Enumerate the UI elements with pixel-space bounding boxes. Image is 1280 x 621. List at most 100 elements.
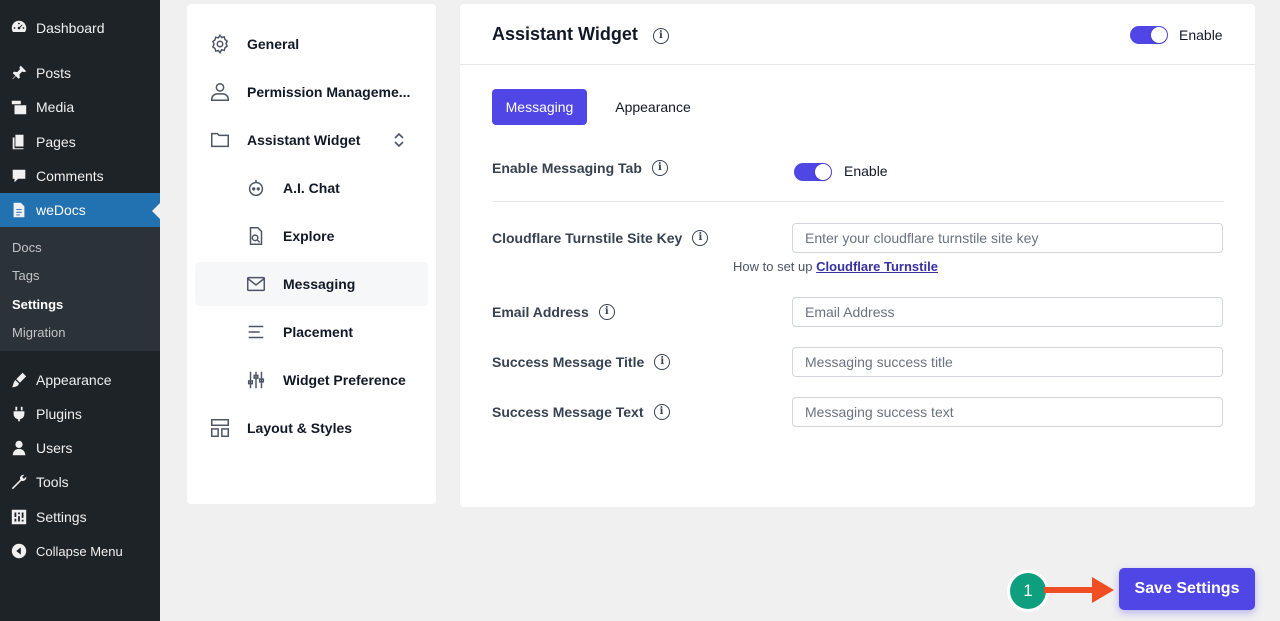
bot-icon xyxy=(245,177,267,199)
sliders-icon xyxy=(245,369,267,391)
save-settings-button[interactable]: Save Settings xyxy=(1119,568,1255,610)
wp-menu-users[interactable]: Users xyxy=(0,431,160,465)
email-address-input[interactable] xyxy=(792,297,1223,327)
dashboard-icon xyxy=(0,19,36,37)
tab-appearance[interactable]: Appearance xyxy=(603,89,703,125)
wp-menu-collapse[interactable]: Collapse Menu xyxy=(0,534,160,568)
nav-label: Layout & Styles xyxy=(247,420,353,436)
turnstile-row-label: Cloudflare Turnstile Site Key i xyxy=(492,230,709,246)
chevron-updown-icon[interactable] xyxy=(392,131,406,149)
gear-icon xyxy=(209,33,231,55)
brush-icon xyxy=(0,371,36,389)
wp-menu-appearance[interactable]: Appearance xyxy=(0,363,160,397)
submenu-docs[interactable]: Docs xyxy=(12,240,42,255)
wp-menu-label: Tools xyxy=(36,474,69,490)
email-row-label: Email Address i xyxy=(492,304,615,320)
search-doc-icon xyxy=(245,225,267,247)
mail-icon xyxy=(245,273,267,295)
nav-assistant-widget[interactable]: Assistant Widget xyxy=(195,118,428,162)
layout-icon xyxy=(209,417,231,439)
info-icon[interactable]: i xyxy=(692,230,709,246)
tab-messaging[interactable]: Messaging xyxy=(492,89,587,125)
wp-menu-wedocs[interactable]: weDocs xyxy=(0,193,160,227)
info-icon[interactable]: i xyxy=(653,404,670,420)
wp-menu-label: Users xyxy=(36,440,73,456)
pages-icon xyxy=(0,133,36,151)
field-label: Cloudflare Turnstile Site Key xyxy=(492,230,683,246)
nav-label: Permission Manageme... xyxy=(247,84,411,100)
wp-menu-label: Posts xyxy=(36,65,72,81)
success-text-input[interactable] xyxy=(792,397,1223,427)
wrench-icon xyxy=(0,473,36,491)
submenu-tags[interactable]: Tags xyxy=(12,268,39,283)
wp-menu-dashboard[interactable]: Dashboard xyxy=(0,11,160,45)
nav-label: Placement xyxy=(283,324,354,340)
enable-messaging-toggle[interactable] xyxy=(794,163,832,181)
collapse-icon xyxy=(0,542,36,560)
wp-menu-pages[interactable]: Pages xyxy=(0,125,160,159)
comment-icon xyxy=(0,167,36,185)
success-title-input[interactable] xyxy=(792,347,1223,377)
nav-ai-chat[interactable]: A.I. Chat xyxy=(195,166,428,210)
divider xyxy=(492,201,1223,202)
field-label: Email Address xyxy=(492,304,589,320)
wp-menu-label: Comments xyxy=(36,168,104,184)
nav-widget-preference[interactable]: Widget Preference xyxy=(195,358,428,402)
info-icon[interactable]: i xyxy=(598,304,615,320)
panel-header: Assistant Widget i Enable xyxy=(460,4,1255,65)
page-title: Assistant Widget i xyxy=(492,24,669,45)
nav-messaging[interactable]: Messaging xyxy=(195,262,428,306)
wp-menu-posts[interactable]: Posts xyxy=(0,56,160,90)
wp-admin-sidebar: Dashboard Posts Media Pages Comments weD… xyxy=(0,0,160,621)
wp-menu-label: Settings xyxy=(36,509,87,525)
user-icon xyxy=(0,439,36,457)
wp-menu-settings[interactable]: Settings xyxy=(0,500,160,534)
wp-menu-label: Pages xyxy=(36,134,76,150)
nav-permission-management[interactable]: Permission Manageme... xyxy=(195,70,428,114)
wedocs-submenu: Docs Tags Settings Migration xyxy=(0,227,160,351)
page-title-text: Assistant Widget xyxy=(492,24,638,44)
nav-explore[interactable]: Explore xyxy=(195,214,428,258)
info-icon[interactable]: i xyxy=(651,160,668,176)
info-icon[interactable]: i xyxy=(652,28,669,44)
turnstile-help-text: How to set up Cloudflare Turnstile xyxy=(733,259,938,274)
plugin-icon xyxy=(0,405,36,423)
wp-menu-comments[interactable]: Comments xyxy=(0,159,160,193)
nav-label: A.I. Chat xyxy=(283,180,340,196)
folder-icon xyxy=(209,129,231,151)
enable-messaging-row-label: Enable Messaging Tab i xyxy=(492,160,668,176)
nav-label: Widget Preference xyxy=(283,372,406,388)
wp-menu-label: Media xyxy=(36,99,75,115)
pin-icon xyxy=(0,64,36,82)
info-icon[interactable]: i xyxy=(654,354,671,370)
align-left-icon xyxy=(245,321,267,343)
wp-menu-media[interactable]: Media xyxy=(0,90,160,124)
arrow-right-icon xyxy=(1044,577,1114,603)
enable-widget-label: Enable xyxy=(1179,27,1223,43)
submenu-settings[interactable]: Settings xyxy=(12,297,63,312)
enable-widget-toggle[interactable] xyxy=(1130,26,1168,44)
nav-label: Explore xyxy=(283,228,335,244)
nav-general[interactable]: General xyxy=(195,22,428,66)
turnstile-site-key-input[interactable] xyxy=(792,223,1223,253)
enable-messaging-label: Enable xyxy=(844,163,888,179)
wp-menu-plugins[interactable]: Plugins xyxy=(0,397,160,431)
submenu-migration[interactable]: Migration xyxy=(12,325,65,340)
cloudflare-turnstile-link[interactable]: Cloudflare Turnstile xyxy=(816,259,938,274)
field-label: Enable Messaging Tab xyxy=(492,160,642,176)
wp-menu-tools[interactable]: Tools xyxy=(0,465,160,499)
sliders-icon xyxy=(0,508,36,526)
nav-label: General xyxy=(247,36,300,52)
assistant-widget-panel: Assistant Widget i Enable Messaging Appe… xyxy=(460,4,1255,507)
settings-nav: General Permission Manageme... Assistant… xyxy=(187,4,436,504)
success-text-row-label: Success Message Text i xyxy=(492,404,670,420)
wp-menu-label: Appearance xyxy=(36,372,112,388)
field-label: Success Message Text xyxy=(492,404,644,420)
nav-label: Assistant Widget xyxy=(247,132,361,148)
wp-menu-label: Dashboard xyxy=(36,20,105,36)
users-icon xyxy=(209,81,231,103)
step-number-badge: 1 xyxy=(1010,573,1046,609)
media-icon xyxy=(0,98,36,116)
nav-layout-styles[interactable]: Layout & Styles xyxy=(195,406,428,450)
nav-placement[interactable]: Placement xyxy=(195,310,428,354)
